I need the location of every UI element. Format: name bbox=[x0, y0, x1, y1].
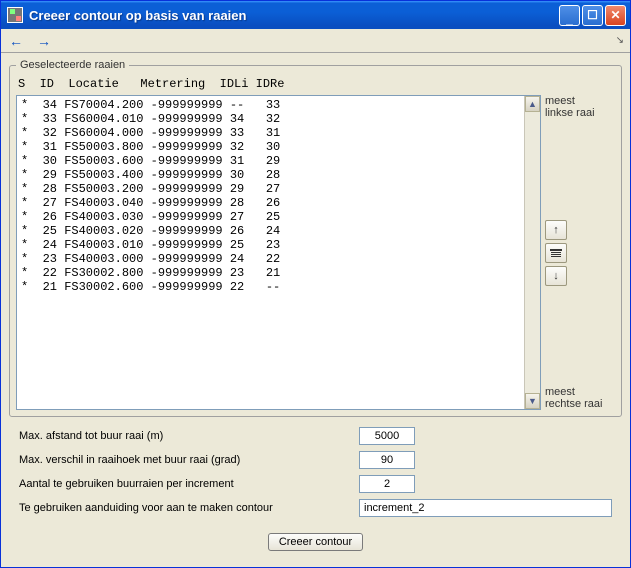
label-max-dist: Max. afstand tot buur raai (m) bbox=[19, 430, 359, 442]
table-row[interactable]: * 31 FS50003.800 -999999999 32 30 bbox=[21, 140, 520, 154]
trash-icon bbox=[550, 249, 562, 257]
profile-list[interactable]: * 34 FS70004.200 -999999999 -- 33* 33 FS… bbox=[16, 95, 541, 410]
table-row[interactable]: * 28 FS50003.200 -999999999 29 27 bbox=[21, 182, 520, 196]
row-name: Te gebruiken aanduiding voor aan te make… bbox=[19, 499, 612, 517]
side-label-top-2: linkse raai bbox=[545, 107, 615, 119]
side-label-bot-1: meest bbox=[545, 386, 602, 398]
side-label-bot-2: rechtse raai bbox=[545, 398, 602, 410]
window-buttons: _ ☐ ✕ bbox=[559, 5, 626, 26]
row-count: Aantal te gebruiken buurraien per increm… bbox=[19, 475, 612, 493]
close-button[interactable]: ✕ bbox=[605, 5, 626, 26]
move-down-button[interactable]: ↓ bbox=[545, 266, 567, 286]
delete-button[interactable] bbox=[545, 243, 567, 263]
row-max-dist: Max. afstand tot buur raai (m) bbox=[19, 427, 612, 445]
label-max-angle: Max. verschil in raaihoek met buur raai … bbox=[19, 454, 359, 466]
arrow-down-icon: ↓ bbox=[553, 270, 559, 282]
move-up-button[interactable]: ↑ bbox=[545, 220, 567, 240]
table-row[interactable]: * 25 FS40003.020 -999999999 26 24 bbox=[21, 224, 520, 238]
arrow-up-icon: ↑ bbox=[553, 224, 559, 236]
resize-grip-icon: ↘ bbox=[616, 35, 624, 46]
table-row[interactable]: * 33 FS60004.010 -999999999 34 32 bbox=[21, 112, 520, 126]
table-row[interactable]: * 34 FS70004.200 -999999999 -- 33 bbox=[21, 98, 520, 112]
back-button[interactable]: ← bbox=[7, 33, 25, 49]
window-title: Creeer contour op basis van raaien bbox=[29, 8, 559, 23]
table-row[interactable]: * 23 FS40003.000 -999999999 24 22 bbox=[21, 252, 520, 266]
titlebar: Creeer contour op basis van raaien _ ☐ ✕ bbox=[1, 1, 630, 29]
scrollbar[interactable]: ▲ ▼ bbox=[524, 96, 540, 409]
row-max-angle: Max. verschil in raaihoek met buur raai … bbox=[19, 451, 612, 469]
window: Creeer contour op basis van raaien _ ☐ ✕… bbox=[0, 0, 631, 568]
side-bottom-labels: meest rechtse raai bbox=[545, 386, 602, 410]
table-row[interactable]: * 26 FS40003.030 -999999999 27 25 bbox=[21, 210, 520, 224]
create-contour-button[interactable]: Creeer contour bbox=[268, 533, 363, 551]
table-row[interactable]: * 27 FS40003.040 -999999999 28 26 bbox=[21, 196, 520, 210]
reorder-buttons: ↑ ↓ bbox=[545, 220, 567, 286]
scroll-down-button[interactable]: ▼ bbox=[525, 393, 540, 409]
input-max-angle[interactable] bbox=[359, 451, 415, 469]
content: Geselecteerde raaien S ID Locatie Metrer… bbox=[1, 53, 630, 567]
table-row[interactable]: * 24 FS40003.010 -999999999 25 23 bbox=[21, 238, 520, 252]
input-max-dist[interactable] bbox=[359, 427, 415, 445]
table-row[interactable]: * 29 FS50003.400 -999999999 30 28 bbox=[21, 168, 520, 182]
table-row[interactable]: * 30 FS50003.600 -999999999 31 29 bbox=[21, 154, 520, 168]
selected-profiles-group: Geselecteerde raaien S ID Locatie Metrer… bbox=[9, 59, 622, 417]
table-row[interactable]: * 21 FS30002.600 -999999999 22 -- bbox=[21, 280, 520, 294]
side-label-top-1: meest bbox=[545, 95, 615, 107]
minimize-button[interactable]: _ bbox=[559, 5, 580, 26]
label-name: Te gebruiken aanduiding voor aan te make… bbox=[19, 502, 359, 514]
table-row[interactable]: * 22 FS30002.800 -999999999 23 21 bbox=[21, 266, 520, 280]
mid-area: * 34 FS70004.200 -999999999 -- 33* 33 FS… bbox=[16, 95, 615, 410]
side-column: meest linkse raai ↑ bbox=[545, 95, 615, 410]
label-count: Aantal te gebruiken buurraien per increm… bbox=[19, 478, 359, 490]
action-row: Creeer contour bbox=[9, 527, 622, 559]
form-area: Max. afstand tot buur raai (m) Max. vers… bbox=[9, 417, 622, 527]
maximize-button[interactable]: ☐ bbox=[582, 5, 603, 26]
app-icon bbox=[7, 7, 23, 23]
forward-button[interactable]: → bbox=[35, 33, 53, 49]
scroll-track[interactable] bbox=[525, 112, 540, 393]
table-row[interactable]: * 32 FS60004.000 -999999999 33 31 bbox=[21, 126, 520, 140]
column-headers: S ID Locatie Metrering IDLi IDRe bbox=[16, 75, 615, 95]
toolbar: ← → ↘ bbox=[1, 29, 630, 53]
group-legend: Geselecteerde raaien bbox=[16, 59, 129, 71]
input-contour-name[interactable] bbox=[359, 499, 612, 517]
scroll-up-button[interactable]: ▲ bbox=[525, 96, 540, 112]
profile-list-rows: * 34 FS70004.200 -999999999 -- 33* 33 FS… bbox=[17, 96, 524, 409]
side-top-labels: meest linkse raai bbox=[545, 95, 615, 119]
input-count[interactable] bbox=[359, 475, 415, 493]
